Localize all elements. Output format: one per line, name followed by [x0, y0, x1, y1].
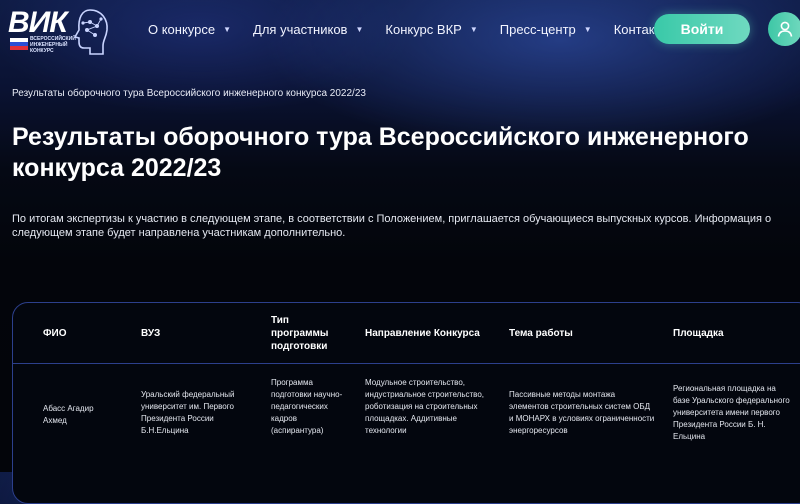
caret-down-icon: ▼: [469, 25, 478, 34]
caret-down-icon: ▼: [223, 25, 232, 34]
user-profile-button[interactable]: [768, 12, 800, 46]
table-cell-venue: Региональная площадка на базе Уральского…: [673, 384, 790, 441]
results-table: ФИО ВУЗ Тип программы подготовки Направл…: [12, 302, 800, 504]
column-header: Направление Конкурса: [365, 328, 480, 339]
nav-item-press-center[interactable]: Пресс-центр ▼: [500, 22, 592, 37]
table-cell-name: Абасс Агадир Ахмед: [43, 404, 94, 425]
nav-item-about[interactable]: О конкурсе ▼: [148, 22, 231, 37]
nav-item-participants[interactable]: Для участников ▼: [253, 22, 363, 37]
flag-icon: [10, 38, 28, 50]
table-header-row: ФИО ВУЗ Тип программы подготовки Направл…: [13, 303, 800, 364]
table-cell-direction: Модульное строительство, индустриальное …: [365, 378, 484, 435]
main-nav: О конкурсе ▼ Для участников ▼ Конкурс ВКР ▼…: [148, 22, 692, 37]
nav-item-label: Конкурс ВКР: [385, 22, 462, 37]
nav-item-label: Пресс-центр: [499, 22, 576, 37]
table-cell-university: Уральский федеральный университет им. Пе…: [141, 390, 235, 435]
column-header: Площадка: [673, 328, 724, 339]
nav-item-label: Для участников: [253, 22, 348, 37]
table-cell-program-type: Программа подготовки научно-педагогическ…: [271, 378, 343, 435]
site-header: ВИК ВСЕРОССИЙСКИЙ ИНЖЕНЕРНЫЙ КОНКУРС О к…: [0, 0, 800, 64]
logo[interactable]: ВИК ВСЕРОССИЙСКИЙ ИНЖЕНЕРНЫЙ КОНКУРС: [8, 6, 108, 58]
caret-down-icon: ▼: [355, 25, 364, 34]
table-cell-topic: Пассивные методы монтажа элементов строи…: [509, 390, 655, 435]
user-icon: [777, 21, 793, 37]
breadcrumb[interactable]: Результаты оборочного тура Всероссийског…: [12, 88, 366, 99]
column-header: ФИО: [43, 328, 67, 339]
brain-head-icon: [73, 9, 108, 55]
column-header: Тема работы: [509, 328, 573, 339]
nav-item-label: О конкурсе: [148, 22, 216, 37]
nav-item-vkr-contest[interactable]: Конкурс ВКР ▼: [385, 22, 477, 37]
caret-down-icon: ▼: [583, 25, 592, 34]
login-button[interactable]: Войти: [654, 14, 750, 44]
column-header: Тип программы подготовки: [271, 315, 329, 352]
column-header: ВУЗ: [141, 328, 161, 339]
page-title: Результаты оборочного тура Всероссийског…: [12, 123, 749, 182]
intro-text: По итогам экспертизы к участию в следующ…: [12, 213, 772, 239]
logo-text: ВИК: [8, 6, 68, 39]
